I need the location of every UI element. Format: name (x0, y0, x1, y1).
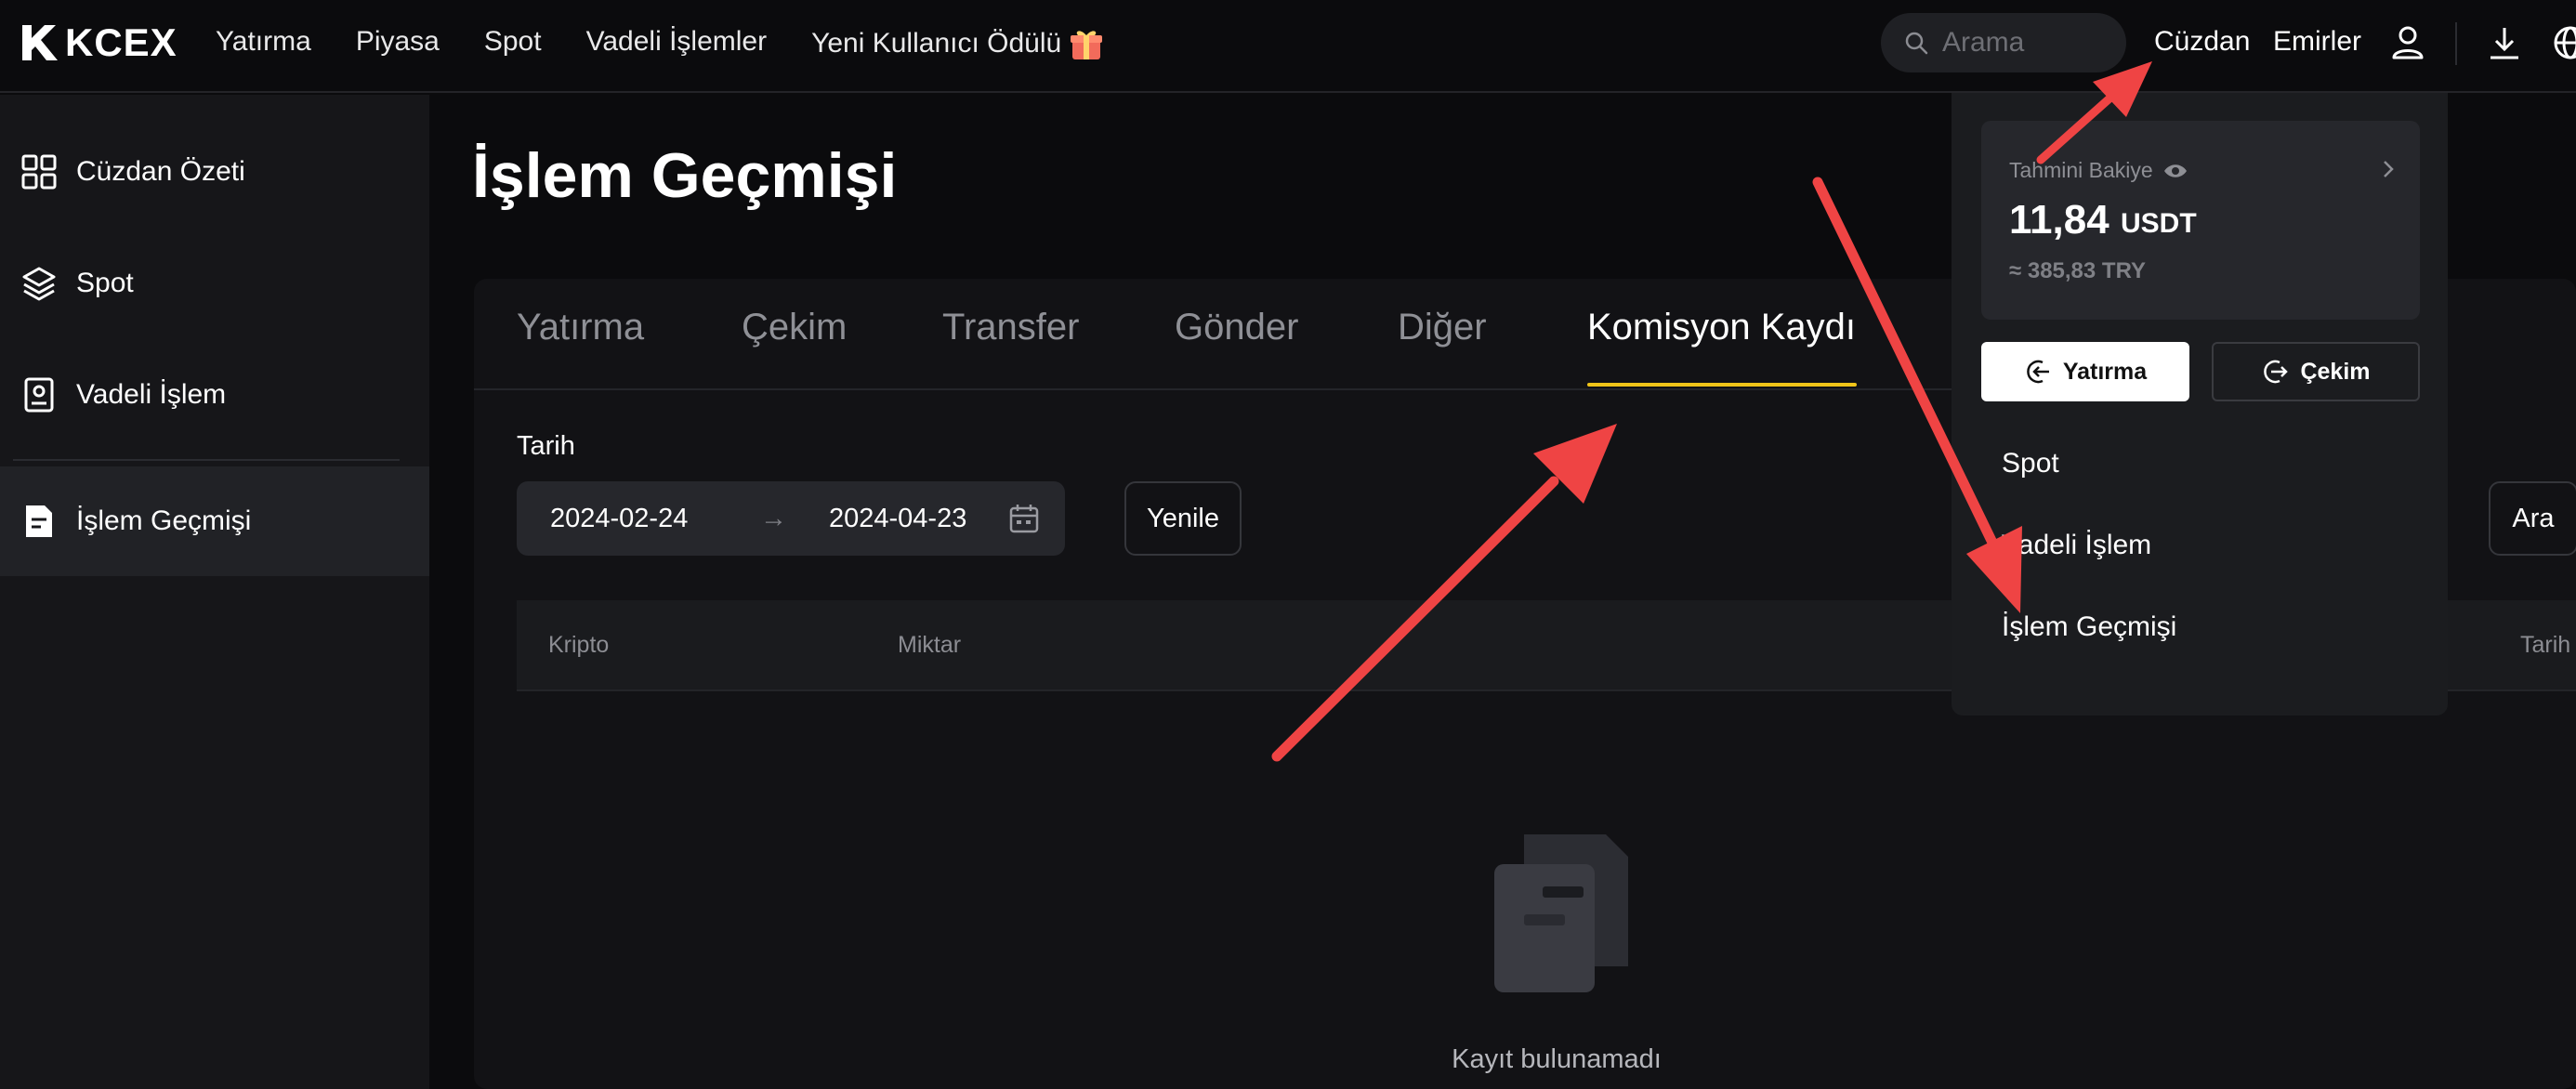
balance-fiat: ≈ 385,83 TRY (2009, 258, 2147, 283)
main-nav: Yatırma Piyasa Spot Vadeli İşlemler Yeni… (216, 26, 1104, 61)
tab-transfer[interactable]: Transfer (942, 307, 1079, 348)
download-icon[interactable] (2487, 24, 2522, 61)
dropdown-item-spot[interactable]: Spot (2002, 448, 2059, 479)
user-icon[interactable] (2390, 24, 2425, 61)
refresh-button[interactable]: Yenile (1124, 481, 1242, 556)
grid-icon (21, 154, 57, 190)
withdraw-icon (2264, 360, 2289, 384)
nav-deposit[interactable]: Yatırma (216, 26, 311, 61)
sidebar-item-label: Cüzdan Özeti (76, 156, 245, 187)
contract-icon (24, 377, 54, 413)
eye-icon[interactable] (2162, 162, 2188, 180)
sidebar-item-label: Vadeli İşlem (76, 379, 227, 410)
globe-icon[interactable] (2552, 24, 2576, 61)
nav-futures[interactable]: Vadeli İşlemler (586, 26, 768, 61)
empty-state-icon (1494, 834, 1628, 992)
deposit-icon (2027, 360, 2049, 384)
logo-text: KCEX (65, 20, 177, 64)
balance-card[interactable]: Tahmini Bakiye 11,84 USDT ≈ 385,83 TRY (1981, 121, 2420, 320)
date-from[interactable]: 2024-02-24 (550, 504, 688, 534)
chevron-right-icon[interactable] (2379, 158, 2398, 180)
gift-icon (1071, 31, 1103, 59)
search-input[interactable] (1942, 27, 2109, 59)
date-label: Tarih (517, 431, 575, 461)
tab-other[interactable]: Diğer (1398, 307, 1487, 348)
nav-market[interactable]: Piyasa (356, 26, 440, 61)
date-to[interactable]: 2024-04-23 (829, 504, 966, 534)
deposit-button[interactable]: Yatırma (1981, 342, 2189, 401)
active-tab-indicator (1587, 383, 1857, 387)
tab-commission-record[interactable]: Komisyon Kaydı (1587, 307, 1856, 348)
empty-state-text: Kayıt bulunamadı (1452, 1044, 1662, 1074)
calendar-icon[interactable] (1007, 502, 1041, 535)
date-range-picker[interactable]: 2024-02-24 → 2024-04-23 (517, 481, 1065, 556)
wallet-link[interactable]: Cüzdan (2154, 26, 2250, 58)
dropdown-item-transaction-history[interactable]: İşlem Geçmişi (2002, 611, 2176, 643)
layers-icon (22, 267, 56, 301)
tabs-divider (474, 388, 2054, 390)
withdraw-label: Çekim (2300, 358, 2371, 385)
nav-new-user-reward-label: Yeni Kullanıcı Ödülü (811, 28, 1062, 59)
orders-link[interactable]: Emirler (2273, 26, 2361, 58)
withdraw-button[interactable]: Çekim (2212, 342, 2420, 401)
document-icon (26, 505, 52, 537)
sidebar-divider (13, 459, 400, 461)
nav-spot[interactable]: Spot (484, 26, 542, 61)
sidebar-item-transaction-history[interactable]: İşlem Geçmişi (0, 466, 429, 576)
balance-unit: USDT (2121, 208, 2197, 239)
column-date: Tarih (2520, 632, 2571, 658)
balance-label-text: Tahmini Bakiye (2009, 158, 2153, 182)
column-amount: Miktar (898, 632, 962, 658)
sidebar-item-label: Spot (76, 268, 134, 298)
top-navigation-bar: KCEX Yatırma Piyasa Spot Vadeli İşlemler… (0, 0, 2576, 93)
topbar-divider (2455, 22, 2457, 65)
sidebar-item-wallet-overview[interactable]: Cüzdan Özeti (0, 117, 429, 227)
dropdown-item-futures[interactable]: Vadeli İşlem (2002, 530, 2151, 561)
tab-send[interactable]: Gönder (1175, 307, 1298, 348)
deposit-label: Yatırma (2062, 358, 2148, 385)
tab-withdraw[interactable]: Çekim (742, 307, 847, 348)
sidebar-item-futures[interactable]: Vadeli İşlem (0, 340, 429, 450)
column-crypto: Kripto (548, 632, 610, 658)
kcex-logo[interactable]: KCEX (19, 20, 177, 65)
balance-amount: 11,84 (2009, 197, 2109, 243)
page-title: İşlem Geçmişi (472, 140, 898, 211)
tab-deposit[interactable]: Yatırma (517, 307, 644, 348)
sidebar: Cüzdan Özeti Spot Vadeli İşlem İşlem Geç… (0, 95, 429, 1089)
date-arrow: → (760, 504, 787, 533)
sidebar-item-label: İşlem Geçmişi (76, 505, 252, 536)
kcex-logo-icon (22, 25, 58, 60)
search-button[interactable]: Ara (2489, 481, 2576, 556)
sidebar-item-spot[interactable]: Spot (0, 229, 429, 338)
nav-new-user-reward[interactable]: Yeni Kullanıcı Ödülü (811, 26, 1104, 61)
search-icon (1905, 32, 1928, 55)
search-box[interactable] (1881, 13, 2126, 72)
balance-label: Tahmini Bakiye (2009, 158, 2188, 183)
